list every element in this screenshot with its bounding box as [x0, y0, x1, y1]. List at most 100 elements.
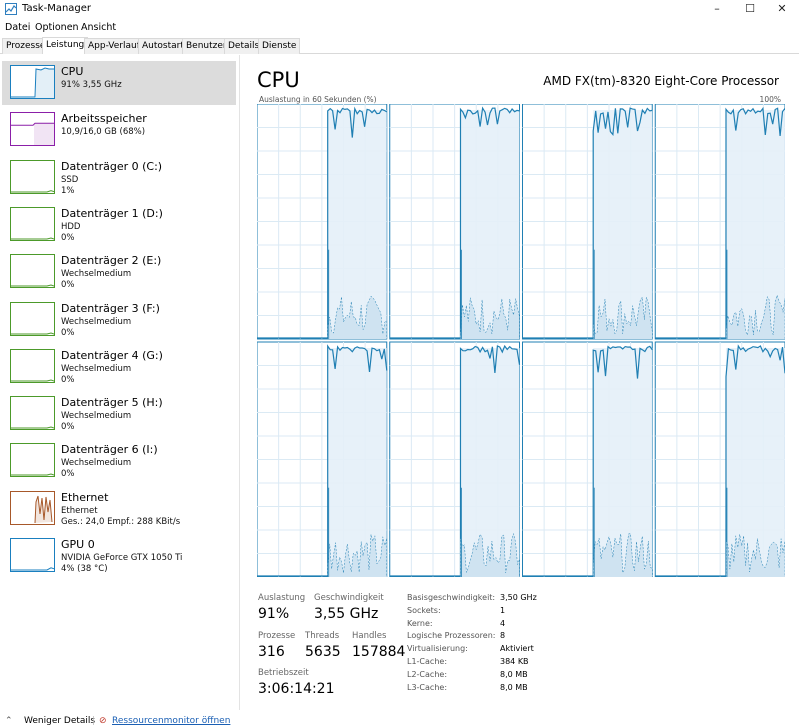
- info-value: 8: [500, 631, 506, 641]
- betriebszeit-label: Betriebszeit: [258, 668, 309, 678]
- sidebar-item-disk-3[interactable]: Datenträger 3 (F:) Wechselmedium 0%: [2, 298, 236, 342]
- sidebar-item-title: Datenträger 5 (H:): [61, 396, 163, 410]
- auslastung-label: Auslastung: [258, 593, 306, 603]
- menu-optionen[interactable]: Optionen: [35, 22, 79, 33]
- sidebar-thumbnail-graph: [10, 112, 55, 147]
- sidebar-item-memory[interactable]: Arbeitsspeicher 10,9/16,0 GB (68%): [2, 108, 236, 152]
- menu-ansicht[interactable]: Ansicht: [81, 22, 116, 33]
- sidebar-thumbnail-graph: [10, 348, 55, 383]
- sidebar-thumbnail-graph: [10, 490, 55, 525]
- tab-dienste[interactable]: Dienste: [258, 38, 301, 54]
- sidebar-item-value: 0%: [61, 374, 75, 385]
- info-key: Basisgeschwindigkeit:: [407, 593, 496, 602]
- info-key: Virtualisierung:: [407, 644, 468, 654]
- sidebar-item-value: 1%: [61, 185, 75, 196]
- sidebar-item-title: Datenträger 4 (G:): [61, 348, 163, 362]
- info-value: 1: [500, 605, 506, 615]
- menu-bar: Datei Optionen Ansicht: [0, 20, 799, 36]
- maximize-button[interactable]: ☐: [733, 0, 767, 18]
- sidebar-item-detail: SSD: [61, 174, 79, 185]
- window-title: Task-Manager: [22, 3, 92, 14]
- betriebszeit-value: 3:06:14:21: [258, 681, 335, 697]
- info-key: L2-Cache:: [407, 669, 448, 679]
- info-value: 384 KB: [500, 657, 529, 666]
- core-graph: [654, 104, 785, 340]
- core-graph: [389, 341, 521, 577]
- core-graph: [654, 341, 785, 577]
- sidebar-item-ethernet[interactable]: Ethernet Ethernet Ges.: 24,0 Empf.: 288 KB…: [2, 487, 236, 531]
- info-key: Sockets:: [407, 605, 441, 615]
- sidebar-item-title: CPU: [61, 65, 84, 78]
- sidebar-item-detail: NVIDIA GeForce GTX 1050 Ti: [61, 553, 183, 563]
- sidebar-item-value: Ges.: 24,0 Empf.: 288 KBit/s: [61, 516, 181, 527]
- sidebar-item-disk-5[interactable]: Datenträger 5 (H:) Wechselmedium 0%: [2, 392, 236, 436]
- info-value: 4: [500, 618, 506, 628]
- sidebar-item-title: Ethernet: [61, 490, 109, 504]
- threads-value: 5635: [305, 644, 341, 660]
- sidebar-item-disk-4[interactable]: Datenträger 4 (G:) Wechselmedium 0%: [2, 345, 236, 389]
- sidebar-item-gpu-0[interactable]: GPU 0 NVIDIA GeForce GTX 1050 Ti 4% (38 °C…: [2, 534, 236, 578]
- task-manager-icon: [5, 3, 17, 15]
- info-value: 8,0 MB: [500, 669, 528, 679]
- sidebar-item-detail: HDD: [61, 221, 81, 232]
- sidebar-item-title: Arbeitsspeicher: [61, 112, 147, 126]
- fewer-details-link[interactable]: Weniger Details: [24, 716, 95, 726]
- chevron-up-icon[interactable]: ⌃: [5, 716, 13, 726]
- tab-autostart[interactable]: Autostart: [138, 38, 188, 54]
- sidebar-item-detail: Wechselmedium: [61, 411, 132, 422]
- info-key: L1-Cache:: [407, 657, 448, 666]
- sidebar-thumbnail-graph: [10, 65, 55, 99]
- menu-datei[interactable]: Datei: [5, 22, 30, 33]
- sidebar-item-detail: Wechselmedium: [61, 363, 132, 374]
- cpu-model: AMD FX(tm)-8320 Eight-Core Processor: [543, 74, 779, 88]
- core-graph: [522, 104, 653, 340]
- info-value: 3,50 GHz: [500, 593, 537, 602]
- sidebar-thumbnail-graph: [10, 538, 55, 572]
- sidebar-item-title: Datenträger 0 (C:): [61, 159, 163, 173]
- info-value: Aktiviert: [500, 644, 534, 654]
- tab-leistung[interactable]: Leistung: [42, 37, 89, 54]
- handles-label: Handles: [352, 631, 387, 641]
- sidebar-item-cpu[interactable]: CPU 91% 3,55 GHz: [2, 61, 236, 105]
- core-graph: [389, 104, 520, 340]
- footer-bar: ⌃ Weniger Details | ⊘ Ressourcenmonitor …: [0, 714, 799, 728]
- sidebar-item-value: 0%: [61, 232, 75, 243]
- sidebar-thumbnail-graph: [10, 396, 55, 431]
- resource-sidebar: CPU 91% 3,55 GHz Arbeitsspeicher 10,9/16,0 …: [0, 55, 240, 710]
- sidebar-item-disk-0[interactable]: Datenträger 0 (C:) SSD 1%: [2, 156, 236, 200]
- sidebar-thumbnail-graph: [10, 301, 55, 336]
- sidebar-item-title: Datenträger 1 (D:): [61, 206, 163, 220]
- sidebar-item-title: Datenträger 6 (I:): [61, 443, 158, 457]
- sidebar-item-value: 0%: [61, 422, 75, 433]
- threads-label: Threads: [305, 631, 340, 641]
- minimize-button[interactable]: –: [700, 0, 734, 18]
- cpu-panel: CPU AMD FX(tm)-8320 Eight-Core Processor…: [241, 55, 799, 710]
- sidebar-item-title: GPU 0: [61, 538, 95, 551]
- sidebar-item-detail: Wechselmedium: [61, 269, 132, 280]
- page-title: CPU: [257, 68, 300, 92]
- prozesse-label: Prozesse: [258, 631, 296, 641]
- sidebar-item-disk-6[interactable]: Datenträger 6 (I:) Wechselmedium 0%: [2, 439, 236, 483]
- prozesse-value: 316: [258, 644, 285, 660]
- sidebar-item-value: 4% (38 °C): [61, 564, 108, 574]
- sidebar-item-disk-2[interactable]: Datenträger 2 (E:) Wechselmedium 0%: [2, 250, 236, 294]
- sidebar-thumbnail-graph: [10, 254, 55, 289]
- geschwindigkeit-value: 3,55 GHz: [314, 606, 379, 622]
- graph-max-label: 100%: [759, 95, 781, 104]
- sidebar-item-detail: Wechselmedium: [61, 316, 132, 327]
- tab-app-verlauf[interactable]: App-Verlauf: [84, 38, 144, 54]
- sidebar-item-disk-1[interactable]: Datenträger 1 (D:) HDD 0%: [2, 203, 236, 247]
- sidebar-item-detail: 10,9/16,0 GB (68%): [61, 127, 146, 138]
- sidebar-item-value: 0%: [61, 280, 75, 291]
- info-key: L3-Cache:: [407, 682, 448, 692]
- info-key: Kerne:: [407, 618, 433, 628]
- sidebar-item-value: 0%: [61, 327, 75, 338]
- open-resource-monitor-link[interactable]: Ressourcenmonitor öffnen: [112, 716, 230, 726]
- logical-processor-graphs: [257, 104, 785, 577]
- sidebar-item-detail: Wechselmedium: [61, 458, 132, 469]
- close-button[interactable]: ✕: [765, 0, 799, 18]
- title-bar: Task-Manager – ☐ ✕: [0, 0, 799, 20]
- tab-strip: Prozesse Leistung App-Verlauf Autostart …: [0, 37, 799, 54]
- sidebar-item-title: Datenträger 3 (F:): [61, 301, 160, 315]
- sidebar-item-detail: Ethernet: [61, 505, 98, 516]
